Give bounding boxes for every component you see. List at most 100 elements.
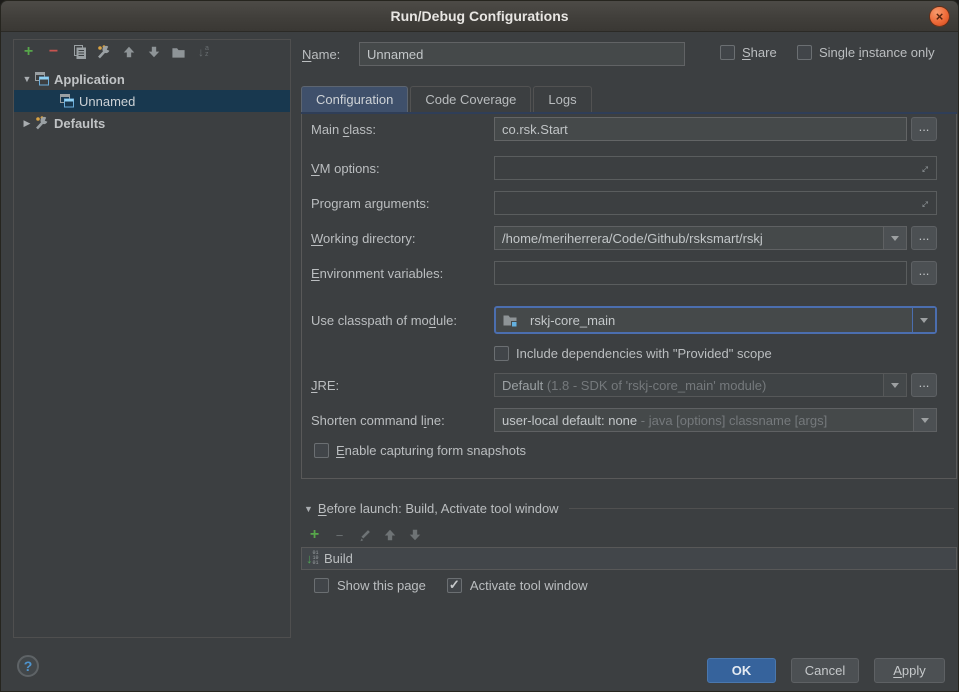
add-icon: + bbox=[310, 527, 319, 543]
share-checkbox-row: Share bbox=[720, 45, 777, 60]
working-directory-label: Working directory: bbox=[311, 231, 494, 246]
tree-item-label: Unnamed bbox=[79, 94, 135, 109]
configurations-toolbar: + − bbox=[14, 40, 290, 64]
working-directory-browse-button[interactable]: ... bbox=[911, 226, 937, 250]
module-combobox[interactable]: rskj-core_main bbox=[494, 306, 937, 334]
before-launch-item-build[interactable]: Build bbox=[324, 551, 353, 566]
tab-configuration[interactable]: Configuration bbox=[301, 86, 408, 113]
main-class-row: Main class: co.rsk.Start ... bbox=[311, 117, 937, 141]
configurations-sidebar: + − bbox=[13, 39, 291, 638]
program-arguments-label: Program arguments: bbox=[311, 196, 494, 211]
chevron-down-icon bbox=[920, 318, 928, 323]
before-launch-list: ↓ 011001 Build bbox=[301, 547, 957, 570]
vm-options-label: VM options: bbox=[311, 161, 494, 176]
tree-item-label: Application bbox=[54, 72, 125, 87]
shorten-command-line-row: Shorten command line: user-local default… bbox=[311, 408, 937, 432]
pencil-icon bbox=[358, 528, 372, 542]
before-launch-add-button[interactable]: + bbox=[302, 525, 327, 545]
remove-icon: − bbox=[336, 528, 344, 543]
cancel-button[interactable]: Cancel bbox=[791, 658, 859, 683]
tree-item-unnamed[interactable]: Unnamed bbox=[14, 90, 290, 112]
tree-item-application[interactable]: ▼ Application bbox=[14, 68, 290, 90]
environment-variables-input[interactable] bbox=[494, 261, 907, 285]
jre-combobox[interactable]: Default (1.8 - SDK of 'rskj-core_main' m… bbox=[494, 373, 907, 397]
wrench-icon bbox=[34, 115, 50, 131]
separator bbox=[569, 508, 954, 509]
vm-options-row: VM options: ↔ bbox=[311, 156, 937, 180]
module-dropdown-button[interactable] bbox=[912, 308, 935, 332]
environment-variables-browse-button[interactable]: ... bbox=[911, 261, 937, 285]
main-class-label: Main class: bbox=[311, 122, 494, 137]
application-icon bbox=[59, 93, 75, 109]
ok-button[interactable]: OK bbox=[707, 658, 776, 683]
configuration-panel: Main class: co.rsk.Start ... VM options:… bbox=[301, 114, 957, 479]
help-button[interactable]: ? bbox=[17, 655, 39, 677]
before-launch-move-up-button[interactable] bbox=[377, 525, 402, 545]
apply-button[interactable]: Apply bbox=[874, 658, 945, 683]
before-launch-remove-button[interactable]: − bbox=[327, 525, 352, 545]
name-input[interactable]: Unnamed bbox=[359, 42, 685, 66]
move-up-button[interactable] bbox=[116, 42, 141, 62]
arrow-down-icon bbox=[408, 528, 422, 542]
module-icon bbox=[502, 312, 518, 328]
jre-dropdown-button[interactable] bbox=[883, 374, 906, 396]
single-instance-checkbox[interactable] bbox=[797, 45, 812, 60]
expand-icon[interactable]: ↔ bbox=[914, 158, 932, 176]
tree-item-label: Defaults bbox=[54, 116, 105, 131]
configurations-tree: ▼ Application Unnamed bbox=[14, 68, 290, 134]
remove-icon: − bbox=[49, 44, 58, 60]
share-checkbox[interactable] bbox=[720, 45, 735, 60]
help-icon: ? bbox=[24, 658, 33, 674]
copy-configuration-button[interactable] bbox=[66, 42, 91, 62]
close-button[interactable]: × bbox=[929, 6, 950, 27]
working-directory-dropdown-button[interactable] bbox=[883, 227, 906, 249]
before-launch-toolbar: + − bbox=[302, 525, 427, 545]
chevron-down-icon[interactable]: ▼ bbox=[20, 74, 34, 84]
before-launch-header[interactable]: ▼ Before launch: Build, Activate tool wi… bbox=[304, 501, 954, 516]
expand-icon[interactable]: ↔ bbox=[914, 193, 932, 211]
share-label: Share bbox=[742, 45, 777, 60]
shorten-command-line-label: Shorten command line: bbox=[311, 413, 494, 428]
capture-snapshots-checkbox[interactable] bbox=[314, 443, 329, 458]
before-launch-move-down-button[interactable] bbox=[402, 525, 427, 545]
remove-configuration-button[interactable]: − bbox=[41, 42, 66, 62]
shorten-command-line-dropdown-button[interactable] bbox=[913, 409, 936, 431]
edit-defaults-button[interactable] bbox=[91, 42, 116, 62]
show-this-page-checkbox[interactable] bbox=[314, 578, 329, 593]
copy-icon bbox=[71, 44, 87, 60]
activate-tool-window-checkbox[interactable] bbox=[447, 578, 462, 593]
before-launch-options: Show this page Activate tool window bbox=[314, 578, 588, 593]
sort-configurations-button[interactable]: ↓az bbox=[191, 42, 216, 62]
jre-value: Default (1.8 - SDK of 'rskj-core_main' m… bbox=[495, 378, 883, 393]
application-icon bbox=[34, 71, 50, 87]
tab-logs[interactable]: Logs bbox=[533, 86, 591, 113]
vm-options-input[interactable]: ↔ bbox=[494, 156, 937, 180]
environment-variables-label: Environment variables: bbox=[311, 266, 494, 281]
add-configuration-button[interactable]: + bbox=[16, 42, 41, 62]
working-directory-combobox[interactable]: /home/meriherrera/Code/Github/rsksmart/r… bbox=[494, 226, 907, 250]
sort-az-icon: ↓az bbox=[198, 46, 209, 58]
provided-scope-checkbox[interactable] bbox=[494, 346, 509, 361]
before-launch-edit-button[interactable] bbox=[352, 525, 377, 545]
chevron-down-icon[interactable]: ▼ bbox=[304, 504, 313, 514]
tab-code-coverage[interactable]: Code Coverage bbox=[410, 86, 531, 113]
chevron-right-icon[interactable]: ▶ bbox=[20, 118, 34, 129]
move-down-button[interactable] bbox=[141, 42, 166, 62]
tree-item-defaults[interactable]: ▶ Defaults bbox=[14, 112, 290, 134]
arrow-up-icon bbox=[383, 528, 397, 542]
capture-snapshots-label: Enable capturing form snapshots bbox=[336, 443, 526, 458]
name-label: Name: bbox=[302, 47, 340, 62]
shorten-command-line-value: user-local default: none - java [options… bbox=[495, 413, 913, 428]
shorten-command-line-combobox[interactable]: user-local default: none - java [options… bbox=[494, 408, 937, 432]
show-this-page-label: Show this page bbox=[337, 578, 426, 593]
folder-icon bbox=[171, 45, 186, 60]
main-class-browse-button[interactable]: ... bbox=[911, 117, 937, 141]
add-icon: + bbox=[24, 44, 33, 60]
titlebar[interactable]: Run/Debug Configurations × bbox=[1, 1, 958, 32]
main-class-input[interactable]: co.rsk.Start bbox=[494, 117, 907, 141]
jre-browse-button[interactable]: ... bbox=[911, 373, 937, 397]
jre-row: JRE: Default (1.8 - SDK of 'rskj-core_ma… bbox=[311, 373, 937, 397]
program-arguments-input[interactable]: ↔ bbox=[494, 191, 937, 215]
new-folder-button[interactable] bbox=[166, 42, 191, 62]
single-instance-label: Single instance only bbox=[819, 45, 935, 60]
